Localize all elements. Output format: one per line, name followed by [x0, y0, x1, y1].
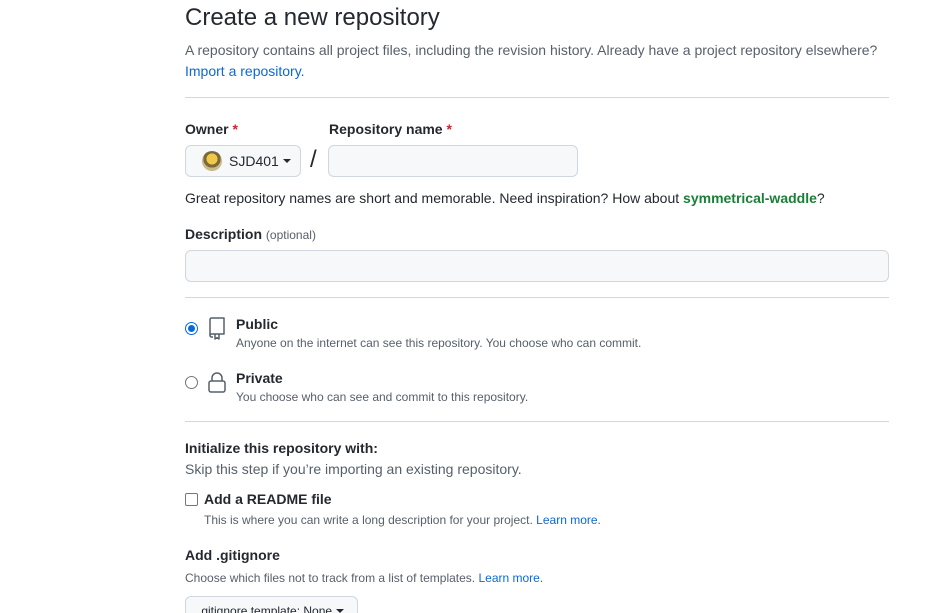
- owner-select-button[interactable]: SJD401: [185, 145, 301, 177]
- name-suggestion-link[interactable]: symmetrical-waddle: [683, 190, 817, 206]
- private-radio[interactable]: [185, 376, 198, 389]
- repository-name-label-text: Repository name: [329, 121, 443, 137]
- visibility-public-option[interactable]: Public Anyone on the internet can see th…: [185, 316, 889, 360]
- visibility-private-option[interactable]: Private You choose who can see and commi…: [185, 370, 889, 414]
- owner-label: Owner *: [185, 121, 238, 137]
- owner-repo-separator: /: [310, 146, 317, 173]
- hint-text: Great repository names are short and mem…: [185, 190, 680, 206]
- public-description: Anyone on the internet can see this repo…: [236, 336, 642, 350]
- repository-name-required-mark: *: [446, 121, 452, 137]
- gitignore-select-label: .gitignore template: None: [198, 604, 333, 613]
- owner-label-text: Owner: [185, 121, 229, 137]
- description-input[interactable]: [185, 250, 889, 282]
- gitignore-template-select[interactable]: .gitignore template: None: [185, 596, 358, 613]
- gitignore-description: Choose which files not to track from a l…: [185, 571, 543, 585]
- lock-icon: [208, 372, 226, 393]
- description-label: Description (optional): [185, 226, 316, 242]
- repo-icon: [209, 317, 225, 340]
- readme-description: This is where you can write a long descr…: [204, 513, 601, 527]
- readme-learn-more-link[interactable]: Learn more.: [536, 513, 601, 527]
- gitignore-title: Add .gitignore: [185, 547, 280, 563]
- public-title: Public: [236, 316, 279, 332]
- public-radio[interactable]: [185, 322, 198, 335]
- private-title: Private: [236, 370, 283, 386]
- initialize-title: Initialize this repository with:: [185, 440, 378, 456]
- gitignore-learn-more-link[interactable]: Learn more.: [478, 571, 543, 585]
- readme-description-text: This is where you can write a long descr…: [204, 513, 533, 527]
- caret-down-icon: [282, 159, 291, 163]
- intro-text: A repository contains all project files,…: [185, 40, 895, 82]
- owner-value: SJD401: [229, 153, 279, 169]
- owner-required-mark: *: [232, 121, 238, 137]
- readme-label[interactable]: Add a README file: [204, 491, 332, 507]
- avatar: [202, 151, 222, 171]
- intro-description: A repository contains all project files,…: [185, 42, 878, 58]
- repository-name-input[interactable]: [328, 145, 578, 177]
- divider-description: [185, 297, 889, 298]
- description-label-text: Description: [185, 226, 263, 242]
- divider-visibility: [185, 421, 889, 422]
- hint-end: ?: [816, 190, 825, 206]
- new-repository-page: Create a new repository A repository con…: [0, 0, 948, 613]
- import-repository-link[interactable]: Import a repository.: [185, 63, 305, 79]
- repository-name-hint: Great repository names are short and mem…: [185, 190, 825, 206]
- page-title: Create a new repository: [185, 4, 440, 31]
- repository-name-label: Repository name *: [329, 121, 452, 137]
- private-description: You choose who can see and commit to thi…: [236, 390, 529, 404]
- divider-top: [185, 97, 889, 98]
- caret-down-icon: [336, 609, 345, 613]
- readme-checkbox[interactable]: [185, 493, 198, 506]
- optional-hint: (optional): [265, 228, 316, 242]
- gitignore-description-text: Choose which files not to track from a l…: [185, 571, 476, 585]
- initialize-subtitle: Skip this step if you’re importing an ex…: [185, 461, 522, 477]
